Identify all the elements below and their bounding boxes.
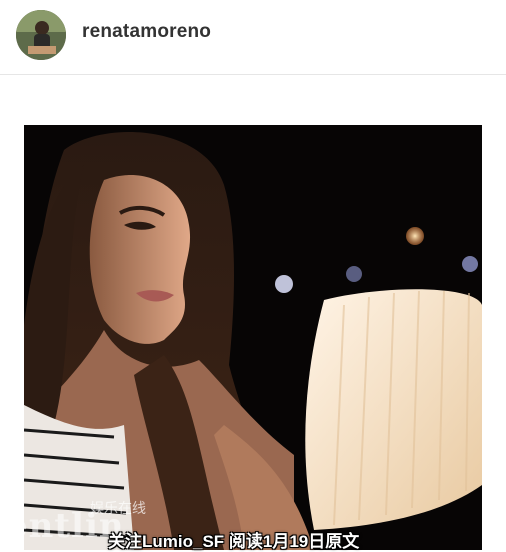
header-divider xyxy=(0,74,506,75)
avatar[interactable] xyxy=(16,10,66,60)
username[interactable]: renatamoreno xyxy=(82,21,211,43)
watermark-tag: 娱乐在线 xyxy=(90,500,146,516)
post-header: renatamoreno xyxy=(0,0,506,73)
post-photo[interactable] xyxy=(24,125,482,550)
caption-overlay: 关注Lumio_SF 阅读1月19日原文 xyxy=(108,532,360,551)
